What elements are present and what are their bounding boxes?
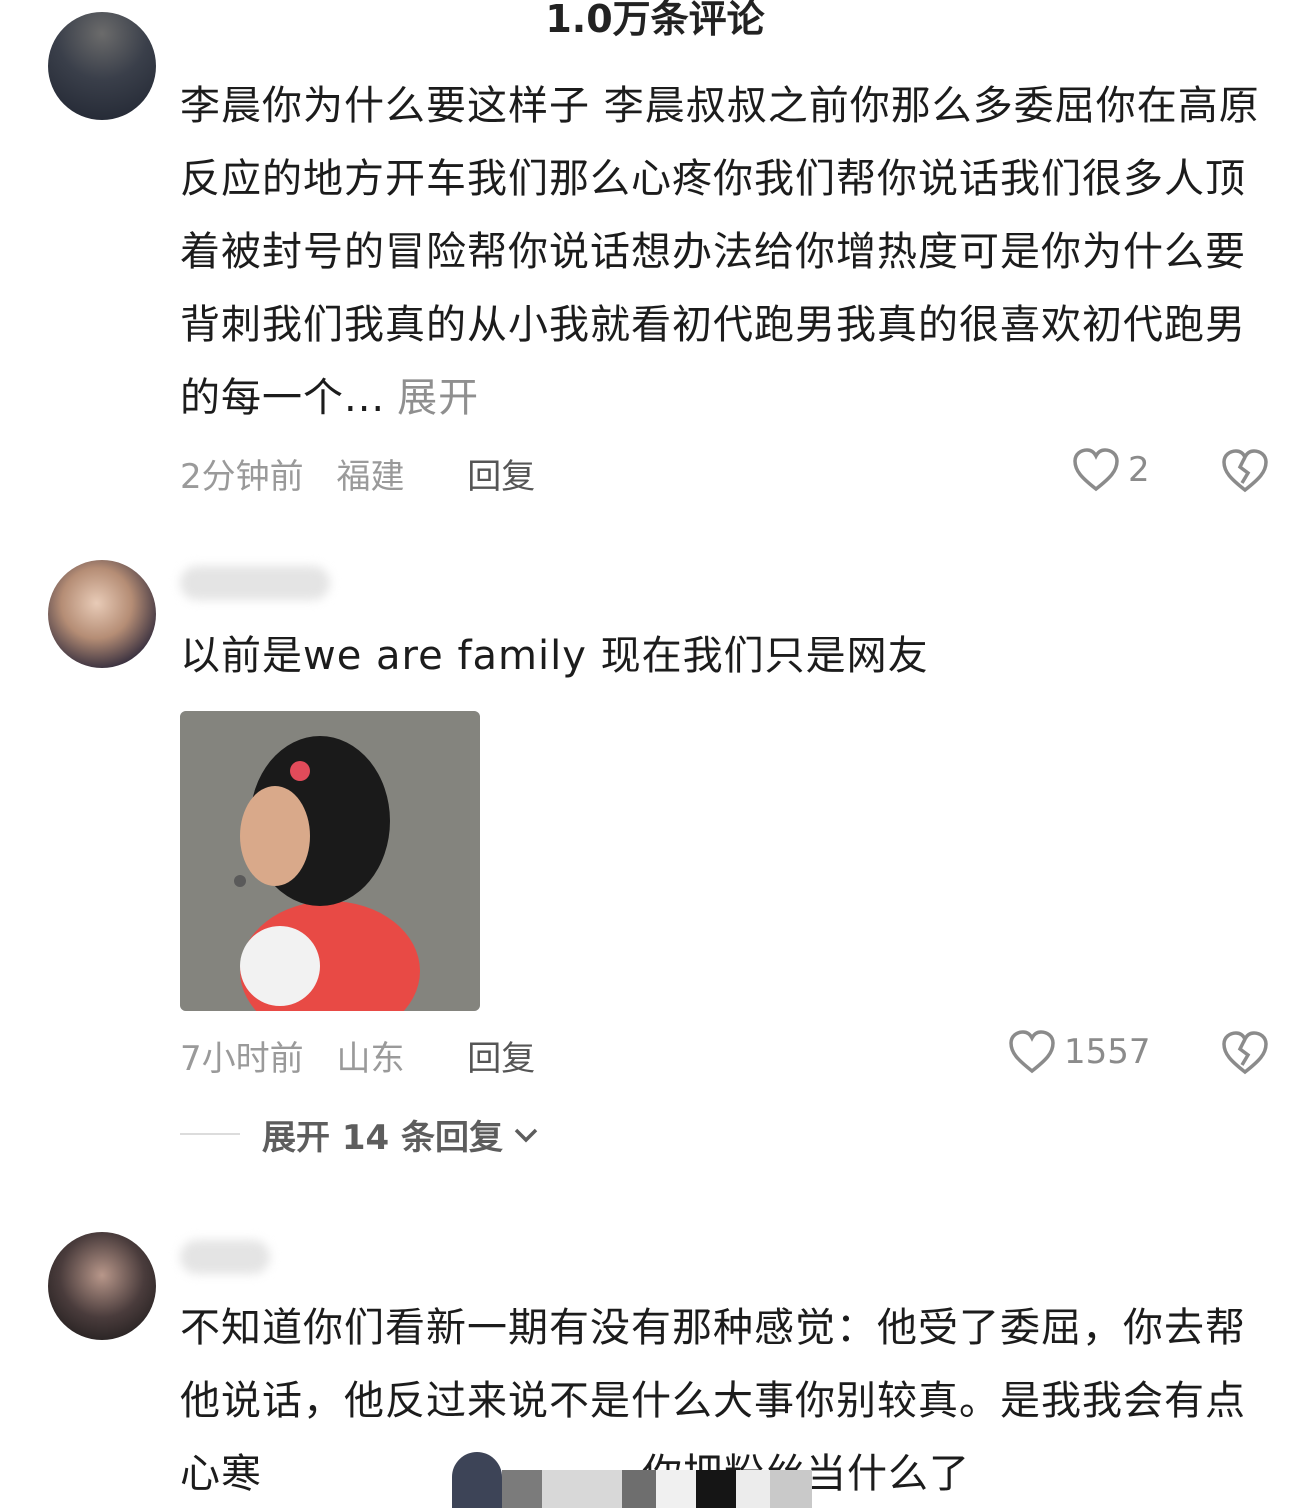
avatar[interactable] [48, 12, 156, 120]
heart-outline-icon [1009, 1030, 1055, 1074]
comment-image[interactable] [180, 711, 480, 1011]
censor-block [770, 1470, 812, 1508]
expand-text-link[interactable]: 展开 [397, 375, 479, 421]
censor-block [696, 1470, 736, 1508]
comment-location: 福建 [336, 457, 405, 497]
comment-text: 以前是we are family 现在我们只是网友 [180, 633, 929, 679]
comment-text-body: 李晨你为什么要这样子 李晨叔叔之前你那么多委屈你在高原反应的地方开车我们那么心疼… [180, 83, 1260, 421]
child-photo-image [180, 711, 480, 1011]
reply-button[interactable]: 回复 [467, 457, 535, 497]
heart-outline-icon [1073, 448, 1119, 492]
comment-time: 2分钟前 [180, 457, 304, 497]
comments-count-title: 1.0万条评论 [545, 0, 765, 41]
broken-heart-icon[interactable] [1220, 447, 1270, 495]
censor-block [622, 1470, 656, 1508]
divider [180, 1133, 240, 1135]
broken-heart-icon[interactable] [1220, 1029, 1270, 1077]
username-blurred[interactable] [180, 1240, 270, 1274]
censor-block [452, 1452, 502, 1508]
censor-block [656, 1470, 696, 1508]
expand-replies-button[interactable]: 展开 14 条回复 [262, 1110, 539, 1159]
like-count: 2 [1128, 450, 1150, 490]
expand-replies-label: 展开 14 条回复 [262, 1118, 503, 1158]
comment-text: 李晨你为什么要这样子 李晨叔叔之前你那么多委屈你在高原反应的地方开车我们那么心疼… [180, 70, 1260, 440]
reply-button[interactable]: 回复 [467, 1039, 535, 1079]
like-count: 1557 [1064, 1032, 1151, 1072]
censor-block [542, 1470, 622, 1508]
chevron-down-icon [514, 1128, 538, 1142]
avatar[interactable] [48, 1232, 156, 1340]
username-blurred[interactable] [180, 566, 330, 600]
censor-block [502, 1470, 542, 1508]
like-button[interactable]: 2 [1072, 447, 1150, 493]
comment-location: 山东 [336, 1039, 405, 1079]
like-button[interactable]: 1557 [1008, 1029, 1151, 1075]
censor-block [736, 1470, 770, 1508]
comment-time: 7小时前 [180, 1039, 304, 1079]
comment-meta: 2分钟前 福建 回复 [180, 449, 557, 498]
avatar[interactable] [48, 560, 156, 668]
comment-meta: 7小时前 山东 回复 [180, 1031, 557, 1080]
